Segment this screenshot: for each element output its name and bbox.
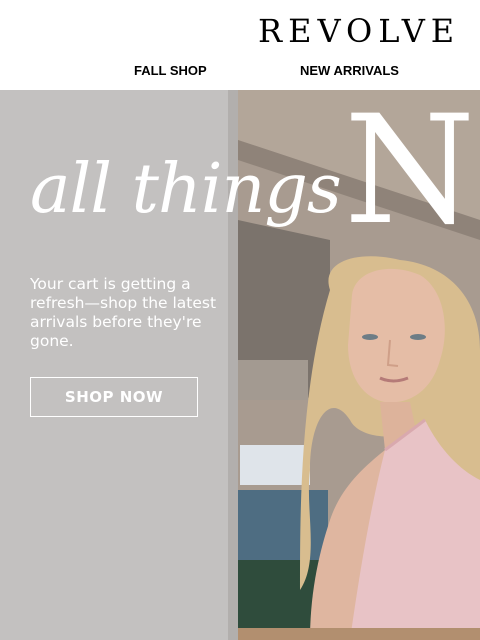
header: REVOLVE FALL SHOP NEW ARRIVALS: [0, 0, 480, 90]
hero-body-text: Your cart is getting a refresh—shop the …: [30, 275, 217, 350]
headline-script: all things: [30, 150, 342, 229]
shop-now-button[interactable]: SHOP NOW: [30, 377, 198, 417]
hero-banner[interactable]: NE all things Your cart is getting a ref…: [0, 90, 480, 640]
nav-new-arrivals[interactable]: NEW ARRIVALS: [300, 63, 399, 78]
brand-logo[interactable]: REVOLVE: [258, 12, 460, 50]
headline-serif: NE: [344, 90, 480, 258]
nav-fall-shop[interactable]: FALL SHOP: [134, 63, 207, 78]
